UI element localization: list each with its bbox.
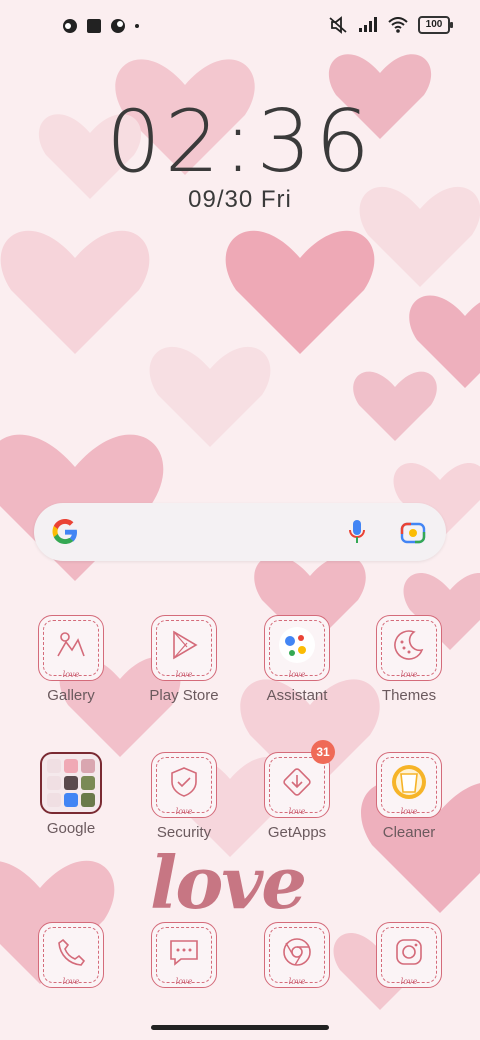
google-folder-icon bbox=[40, 752, 102, 814]
chrome-icon: love bbox=[264, 922, 330, 988]
app-label-google: Google bbox=[46, 820, 96, 837]
app-getapps[interactable]: love 31 GetApps bbox=[247, 740, 347, 841]
square-icon bbox=[87, 19, 101, 33]
themes-icon: love bbox=[376, 615, 442, 681]
camera-icon: love bbox=[376, 922, 442, 988]
app-security[interactable]: love Security bbox=[134, 752, 234, 841]
dock-chrome[interactable]: love bbox=[247, 922, 347, 988]
app-gallery[interactable]: love Gallery bbox=[21, 615, 121, 704]
lens-icon[interactable] bbox=[400, 520, 426, 544]
love-decoration: love bbox=[150, 840, 307, 925]
dock-camera[interactable]: love bbox=[359, 922, 459, 988]
signal-icon bbox=[359, 17, 377, 32]
notification-badge: 31 bbox=[311, 740, 335, 764]
play-store-icon: love bbox=[151, 615, 217, 681]
app-label-play-store: Play Store bbox=[149, 687, 219, 704]
app-label-assistant: Assistant bbox=[266, 687, 328, 704]
app-label-themes: Themes bbox=[381, 687, 437, 704]
notification-icon bbox=[63, 19, 77, 33]
notification-icon bbox=[111, 19, 125, 33]
battery-indicator: 100 bbox=[418, 16, 453, 34]
clock-time[interactable]: 02:36 bbox=[0, 92, 480, 192]
cleaner-icon: love bbox=[376, 752, 442, 818]
dock-phone[interactable]: love bbox=[21, 922, 121, 988]
messages-icon: love bbox=[151, 922, 217, 988]
wifi-icon bbox=[388, 17, 408, 33]
dock-messages[interactable]: love bbox=[134, 922, 234, 988]
app-label-cleaner: Cleaner bbox=[382, 824, 436, 841]
app-themes[interactable]: love Themes bbox=[359, 615, 459, 704]
status-bar: 100 bbox=[0, 0, 480, 56]
app-play-store[interactable]: love Play Store bbox=[134, 615, 234, 704]
home-indicator[interactable] bbox=[151, 1025, 329, 1030]
app-label-security: Security bbox=[156, 824, 212, 841]
assistant-icon: love bbox=[264, 615, 330, 681]
gallery-icon: love bbox=[38, 615, 104, 681]
folder-google[interactable]: Google bbox=[21, 752, 121, 837]
app-label-gallery: Gallery bbox=[47, 687, 95, 704]
app-label-getapps: GetApps bbox=[267, 824, 327, 841]
dot-icon bbox=[135, 24, 139, 28]
mute-icon bbox=[329, 16, 347, 34]
security-icon: love bbox=[151, 752, 217, 818]
status-bar-left bbox=[62, 18, 140, 34]
phone-icon: love bbox=[38, 922, 104, 988]
clock-date[interactable]: 09/30 Fri bbox=[0, 186, 480, 214]
mic-icon[interactable] bbox=[348, 519, 366, 545]
google-search-bar[interactable] bbox=[34, 503, 446, 561]
status-bar-right: 100 bbox=[328, 16, 453, 34]
app-cleaner[interactable]: love Cleaner bbox=[359, 752, 459, 841]
app-assistant[interactable]: love Assistant bbox=[247, 615, 347, 704]
google-g-icon bbox=[52, 519, 77, 544]
